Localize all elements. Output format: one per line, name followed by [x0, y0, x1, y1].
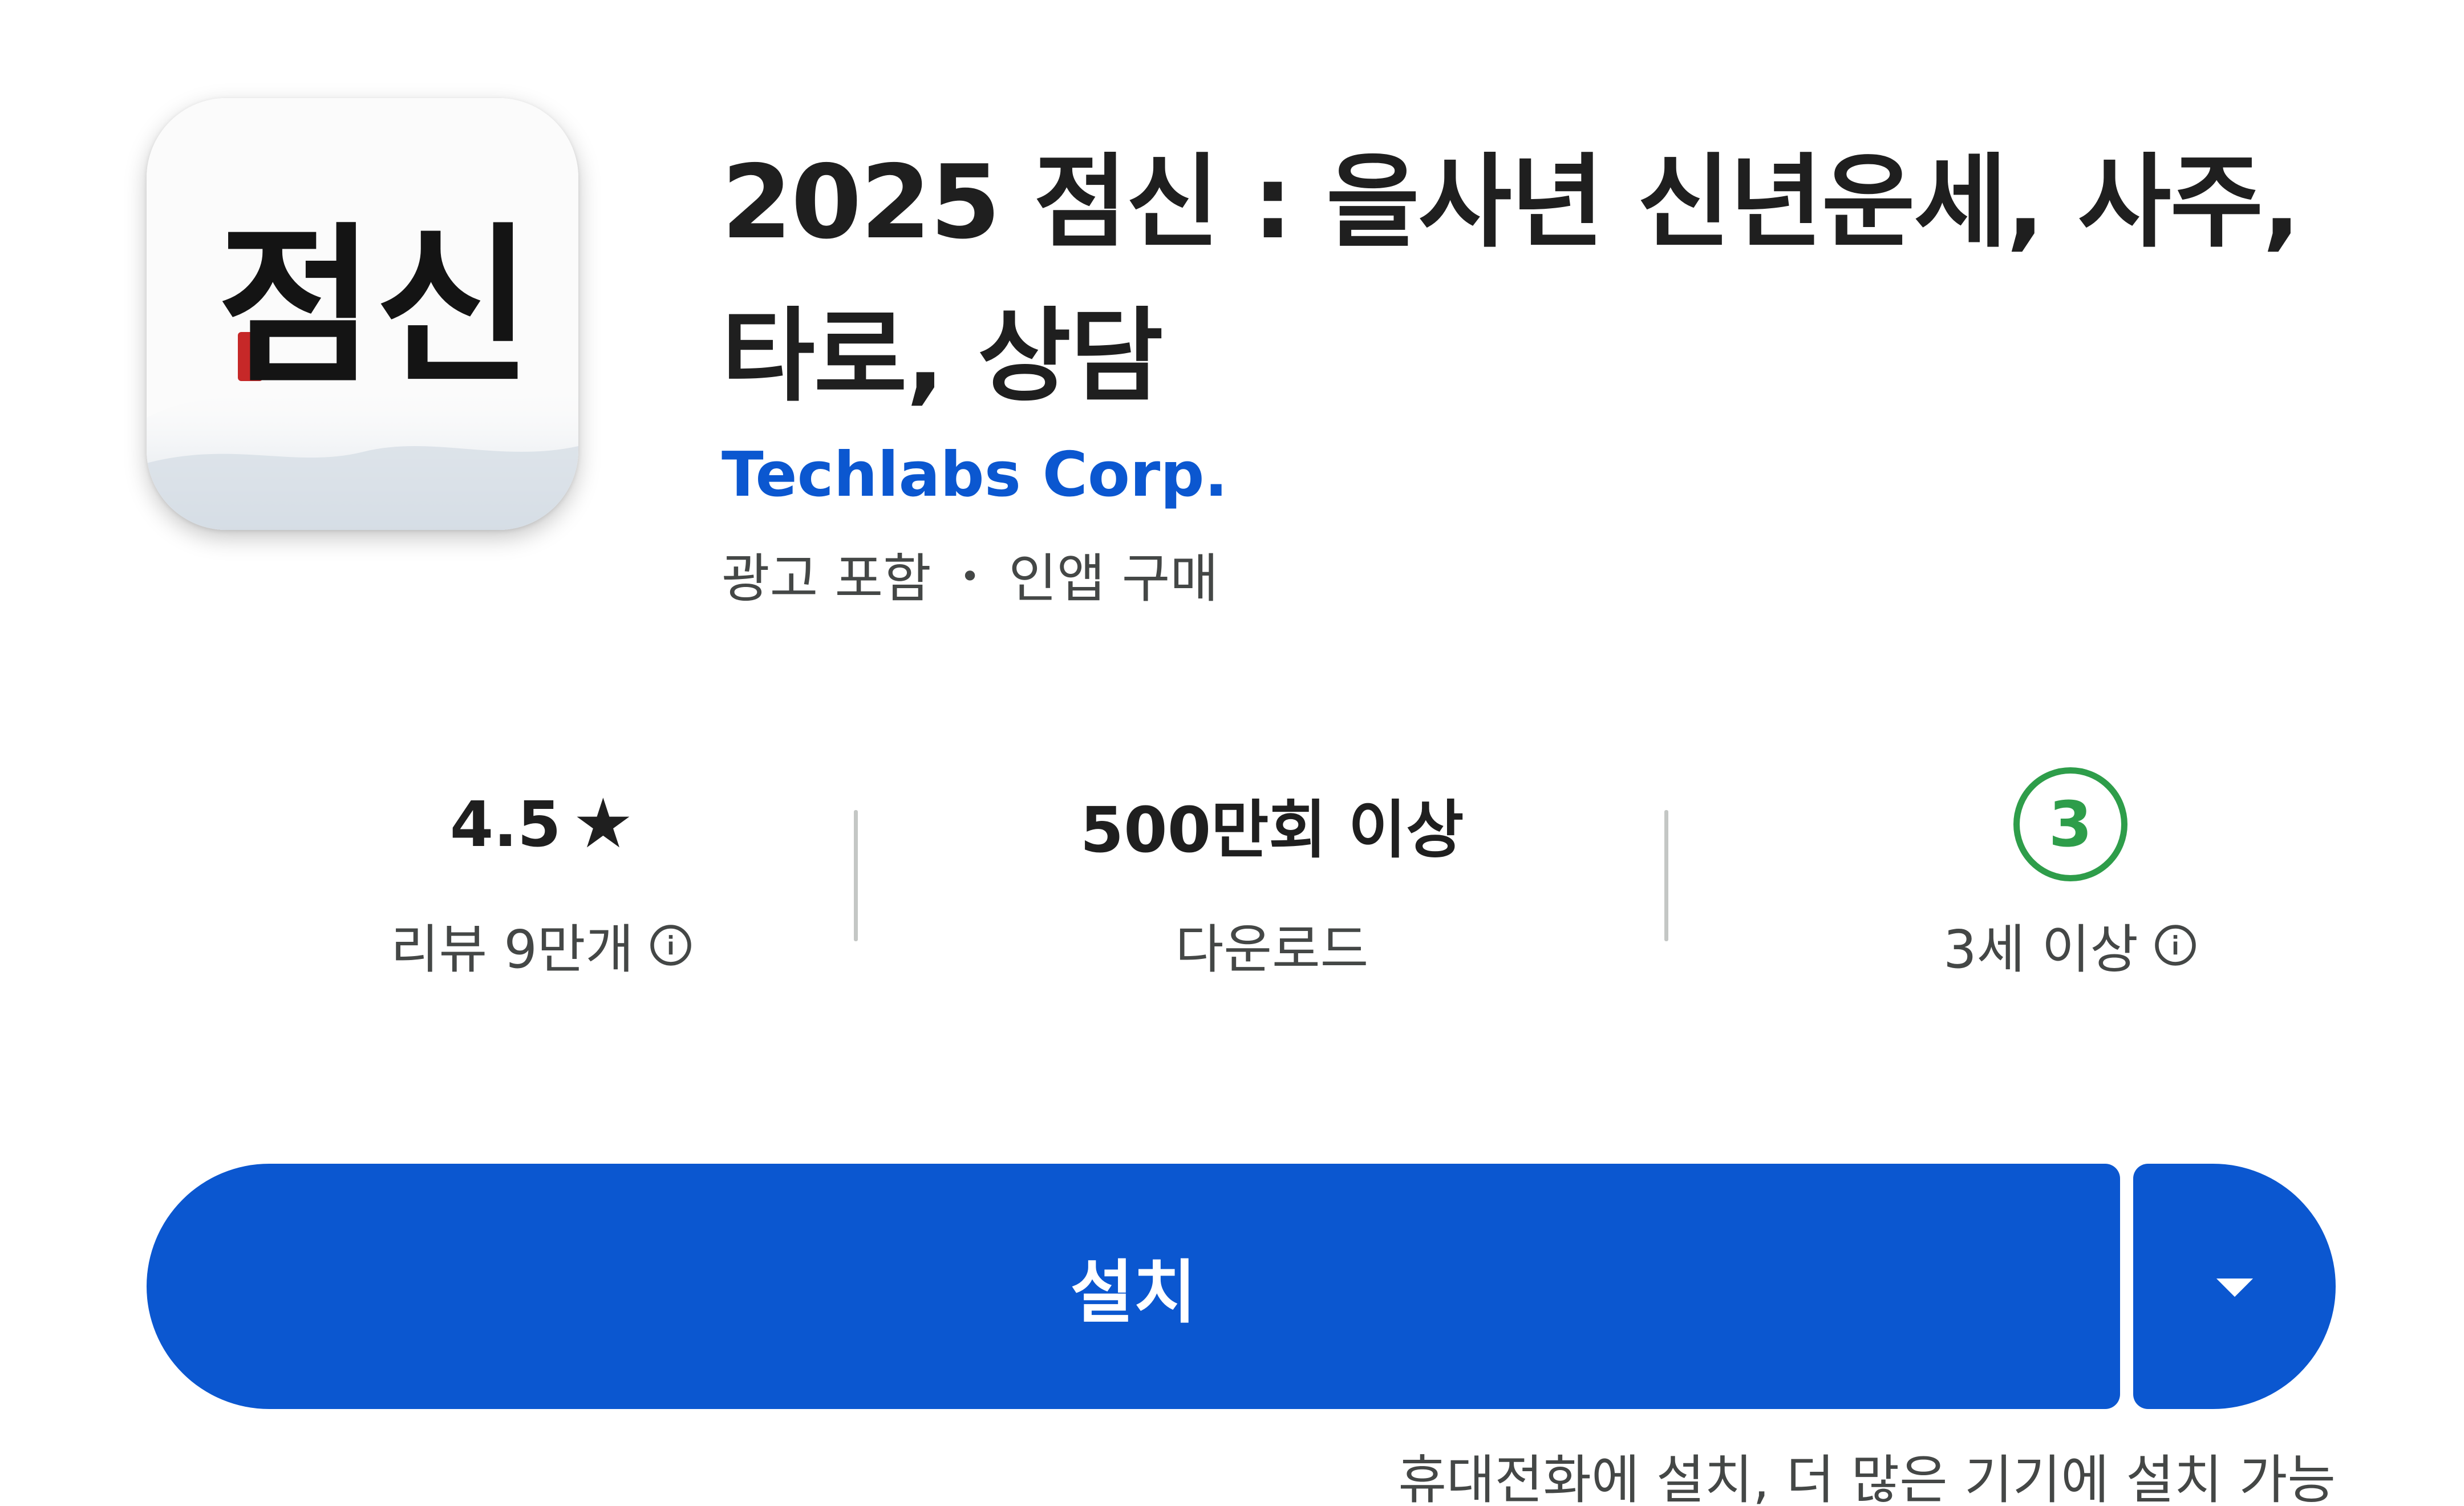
stat-divider	[854, 810, 858, 941]
info-icon[interactable]	[649, 923, 693, 967]
downloads-value: 500만회 이상	[1080, 794, 1464, 867]
caret-down-icon	[2216, 1278, 2253, 1297]
age-rating-badge: 3	[2013, 767, 2127, 881]
rating-value-row: 4.5 ★	[205, 759, 878, 890]
rating-label: 리뷰 9만개	[390, 919, 634, 980]
age-label-row: 3세 이상	[1745, 907, 2396, 983]
downloads-stat: 500만회 이상 다운로드	[913, 759, 1631, 998]
downloads-label: 다운로드	[1175, 919, 1369, 980]
info-icon[interactable]	[2153, 923, 2198, 967]
install-button[interactable]: 설치	[147, 1164, 2120, 1409]
app-title: 2025 점신 : 을사년 신년운세, 사주, 타로, 상담	[722, 143, 2301, 415]
age-rating-label: 3세 이상	[1943, 919, 2138, 980]
app-detail-page: 점신 2025 점신 : 을사년 신년운세, 사주, 타로, 상담 Techla…	[0, 0, 2464, 1506]
app-meta: 광고 포함 • 인앱 구매	[722, 536, 1218, 612]
age-badge-row: 3	[1745, 759, 2396, 890]
developer-link[interactable]: Techlabs Corp.	[722, 439, 1228, 511]
meta-separator: •	[959, 556, 980, 597]
rating-stat[interactable]: 4.5 ★ 리뷰 9만개	[205, 759, 878, 998]
install-options-dropdown[interactable]	[2133, 1164, 2336, 1409]
app-icon-text: 점신	[217, 205, 532, 407]
install-note: 휴대전화에 설치, 더 많은 기기에 설치 가능	[1398, 1450, 2336, 1506]
meta-in-app-purchases: 인앱 구매	[1008, 548, 1219, 609]
rating-value: 4.5	[449, 788, 561, 861]
star-icon: ★	[572, 784, 634, 864]
age-rating-stat[interactable]: 3 3세 이상	[1745, 759, 2396, 998]
meta-ads: 광고 포함	[722, 548, 931, 609]
stat-divider	[1664, 810, 1668, 941]
rating-label-row: 리뷰 9만개	[205, 907, 878, 983]
app-icon: 점신	[147, 98, 578, 530]
